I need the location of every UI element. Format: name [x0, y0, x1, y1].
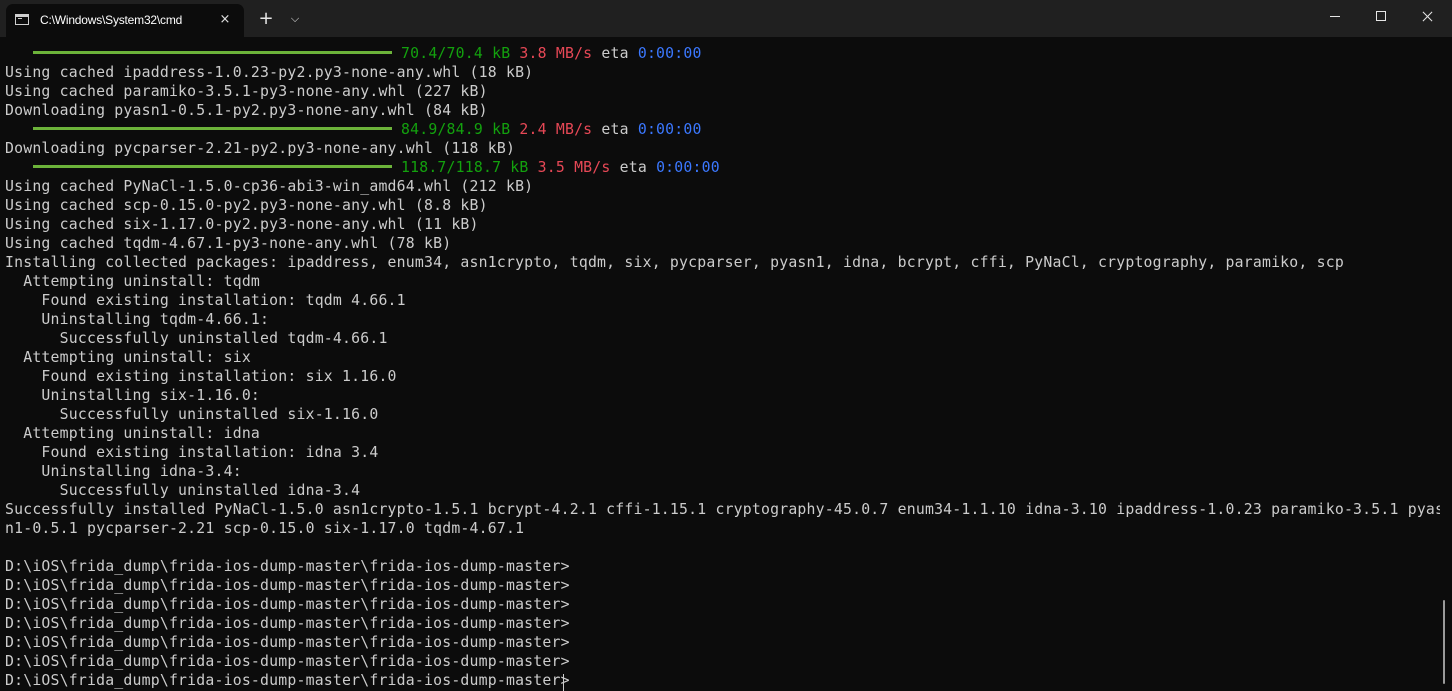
progress-size: 70.4/70.4 kB: [401, 45, 511, 62]
output-line: Uninstalling idna-3.4:: [5, 463, 242, 480]
progress-status: 70.4/70.4 kB 3.8 MB/s eta 0:00:00: [401, 44, 702, 63]
close-icon: [1421, 16, 1434, 17]
progress-eta-label: eta: [619, 159, 647, 176]
prompt-line: D:\iOS\frida_dump\frida-ios-dump-master\…: [5, 615, 570, 632]
output-line: Using cached tqdm-4.67.1-py3-none-any.wh…: [5, 235, 452, 252]
progress-eta-label: eta: [601, 45, 629, 62]
title-bar: C:\Windows\System32\cmd × + ⌵: [0, 0, 1452, 37]
prompt-line: D:\iOS\frida_dump\frida-ios-dump-master\…: [5, 634, 570, 651]
progress-status: 84.9/84.9 kB 2.4 MB/s eta 0:00:00: [401, 120, 702, 139]
text-cursor: [563, 674, 564, 691]
progress-eta: 0:00:00: [637, 121, 702, 138]
progress-bar: [33, 127, 392, 130]
output-line: Uninstalling six-1.16.0:: [5, 387, 261, 404]
output-line: Found existing installation: tqdm 4.66.1: [5, 292, 406, 309]
output-line: Installing collected packages: ipaddress…: [5, 254, 1344, 271]
tab-title: C:\Windows\System32\cmd: [40, 13, 183, 27]
output-line: Found existing installation: six 1.16.0: [5, 368, 397, 385]
output-line: Successfully installed PyNaCl-1.5.0 asn1…: [5, 501, 1440, 518]
output-line: Using cached paramiko-3.5.1-py3-none-any…: [5, 83, 488, 100]
new-tab-icon[interactable]: +: [254, 8, 278, 30]
minimize-icon: [1330, 16, 1340, 17]
maximize-icon: [1376, 11, 1386, 21]
output-line: Using cached PyNaCl-1.5.0-cp36-abi3-win_…: [5, 178, 534, 195]
output-line: Uninstalling tqdm-4.66.1:: [5, 311, 270, 328]
progress-size: 84.9/84.9 kB: [401, 121, 511, 138]
output-line: Successfully uninstalled tqdm-4.66.1: [5, 330, 388, 347]
close-tab-icon[interactable]: ×: [214, 10, 236, 30]
output-line: Attempting uninstall: six: [5, 349, 251, 366]
progress-eta: 0:00:00: [637, 45, 702, 62]
terminal-output[interactable]: 70.4/70.4 kB 3.8 MB/s eta 0:00:00 Using …: [0, 44, 1440, 691]
progress-speed: 2.4 MB/s: [519, 121, 593, 138]
output-line: n1-0.5.1 pycparser-2.21 scp-0.15.0 six-1…: [5, 520, 525, 537]
terminal-tab[interactable]: C:\Windows\System32\cmd ×: [6, 4, 244, 37]
progress-bar: [33, 165, 392, 168]
scrollbar[interactable]: [1443, 600, 1445, 684]
output-line: Successfully uninstalled six-1.16.0: [5, 406, 379, 423]
progress-status: 118.7/118.7 kB 3.5 MB/s eta 0:00:00: [401, 158, 720, 177]
maximize-button[interactable]: [1358, 0, 1404, 34]
progress-speed: 3.8 MB/s: [519, 45, 593, 62]
progress-size: 118.7/118.7 kB: [401, 159, 529, 176]
chevron-down-icon[interactable]: ⌵: [283, 8, 307, 30]
cmd-icon: [15, 14, 29, 25]
prompt-line: D:\iOS\frida_dump\frida-ios-dump-master\…: [5, 577, 570, 594]
output-line: Using cached ipaddress-1.0.23-py2.py3-no…: [5, 64, 534, 81]
minimize-button[interactable]: [1312, 0, 1358, 34]
progress-bar: [33, 51, 392, 54]
output-line: Using cached six-1.17.0-py2.py3-none-any…: [5, 216, 479, 233]
output-line: Using cached scp-0.15.0-py2.py3-none-any…: [5, 197, 488, 214]
output-line: Found existing installation: idna 3.4: [5, 444, 379, 461]
output-line: Attempting uninstall: tqdm: [5, 273, 261, 290]
output-line: Attempting uninstall: idna: [5, 425, 261, 442]
prompt-line: D:\iOS\frida_dump\frida-ios-dump-master\…: [5, 558, 570, 575]
output-line: Downloading pycparser-2.21-py2.py3-none-…: [5, 140, 516, 157]
output-line: Successfully uninstalled idna-3.4: [5, 482, 361, 499]
progress-eta-label: eta: [601, 121, 629, 138]
prompt-line: D:\iOS\frida_dump\frida-ios-dump-master\…: [5, 596, 570, 613]
prompt-line[interactable]: D:\iOS\frida_dump\frida-ios-dump-master\…: [5, 671, 570, 690]
progress-eta: 0:00:00: [656, 159, 720, 176]
progress-speed: 3.5 MB/s: [537, 159, 611, 176]
prompt-line: D:\iOS\frida_dump\frida-ios-dump-master\…: [5, 653, 570, 670]
close-window-button[interactable]: [1404, 0, 1450, 34]
output-line: Downloading pyasn1-0.5.1-py2.py3-none-an…: [5, 102, 488, 119]
